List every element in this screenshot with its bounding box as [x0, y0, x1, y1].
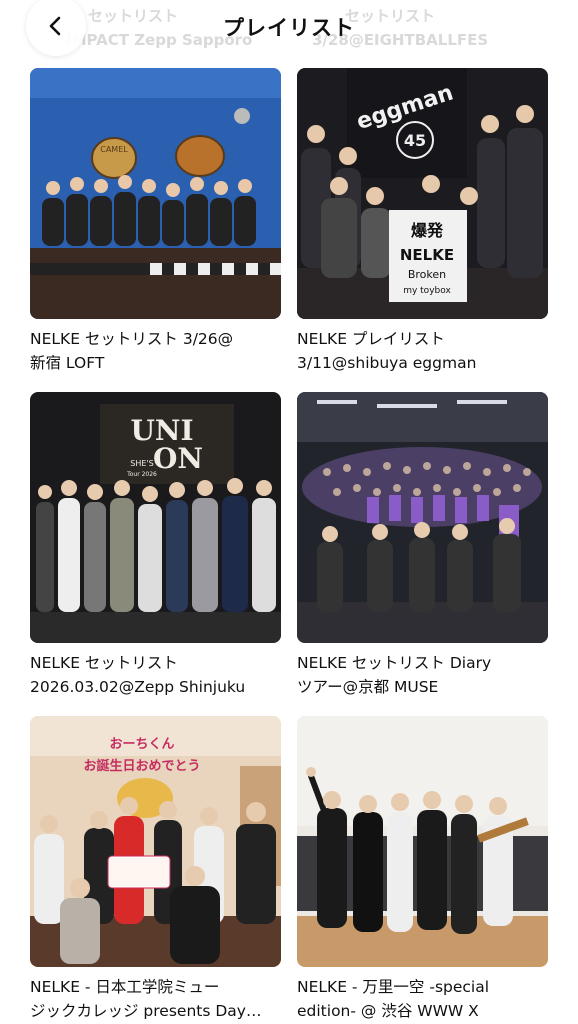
board-line: 爆発	[411, 221, 444, 240]
playlist-title: NELKE プレイリスト 3/11@shibuya eggman	[297, 330, 477, 372]
banner-tour: Tour 2026	[126, 471, 157, 478]
playlist-thumbnail: UNI ON SHE'S Tour 2026	[30, 392, 281, 643]
playlist-card[interactable]: NELKE セットリスト Diary ツアー@京都 MUSE	[297, 392, 548, 699]
badge-text: 45	[404, 131, 426, 150]
board-line: my toybox	[403, 286, 451, 296]
sign-text: CAMEL	[100, 145, 128, 154]
playlist-title: NELKE - 日本工学院ミュー ジックカレッジ presents Day…	[30, 978, 262, 1020]
top-bar: プレイリスト	[0, 0, 578, 56]
playlist-card[interactable]: UNI ON SHE'S Tour 2026 NELKE セットリスト 2026…	[30, 392, 281, 699]
playlist-card[interactable]: CAMEL NELKE セットリスト 3/26@ 新宿 LOFT	[30, 68, 281, 375]
banner-sub: SHE'S	[130, 459, 153, 468]
playlist-card[interactable]: おーちくん お誕生日おめでとう NELKE - 日本工学院ミュー ジックカレッジ…	[30, 716, 281, 1023]
playlist-title: NELKE セットリスト 3/26@ 新宿 LOFT	[30, 330, 234, 372]
playlist-title: NELKE - 万里一空 -special edition- @ 渋谷 WWW …	[297, 978, 490, 1020]
board-line: Broken	[408, 268, 446, 281]
wall-text: お誕生日おめでとう	[83, 758, 200, 774]
playlist-card[interactable]: NELKE - 万里一空 -special edition- @ 渋谷 WWW …	[297, 716, 548, 1023]
banner-bottom: ON	[153, 442, 203, 475]
playlist-thumbnail: CAMEL	[30, 68, 281, 319]
board-line: NELKE	[400, 246, 454, 264]
playlist-thumbnail	[297, 392, 548, 643]
playlist-thumbnail: おーちくん お誕生日おめでとう	[30, 716, 281, 967]
playlist-card[interactable]: eggman 45 爆発 NELKE Broken my toybox NELK…	[297, 68, 548, 375]
playlist-title: NELKE セットリスト Diary ツアー@京都 MUSE	[297, 654, 492, 696]
playlist-thumbnail	[297, 716, 548, 967]
playlist-thumbnail: eggman 45 爆発 NELKE Broken my toybox	[297, 68, 548, 319]
playlist-title: NELKE セットリスト 2026.03.02@Zepp Shinjuku	[30, 654, 246, 696]
wall-text: おーちくん	[109, 737, 174, 752]
page-title: プレイリスト	[223, 16, 355, 40]
